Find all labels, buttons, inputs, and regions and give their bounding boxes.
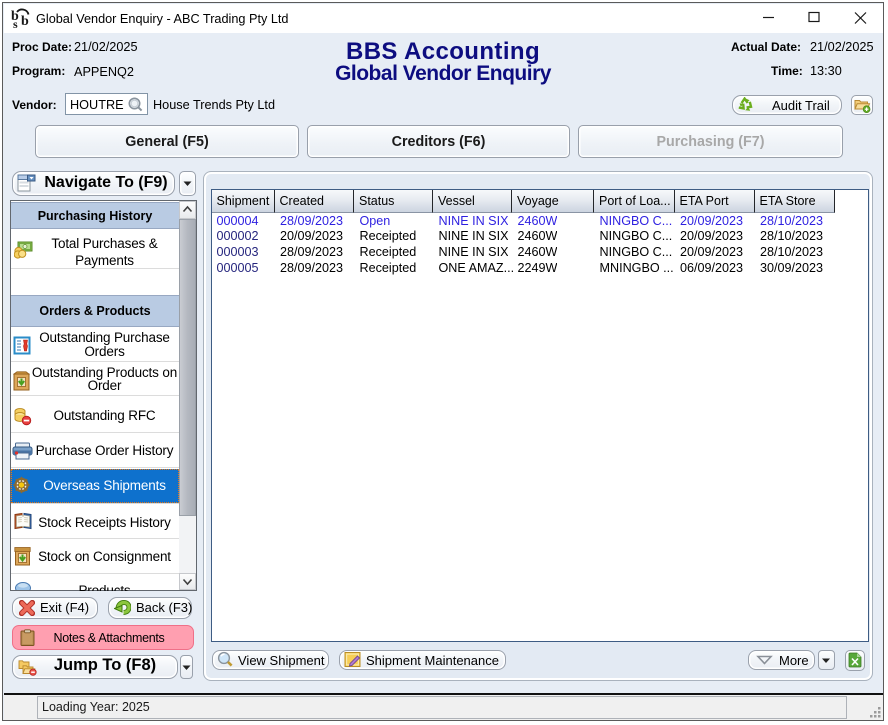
svg-text:b: b bbox=[21, 14, 29, 29]
svg-text:s: s bbox=[13, 17, 18, 30]
